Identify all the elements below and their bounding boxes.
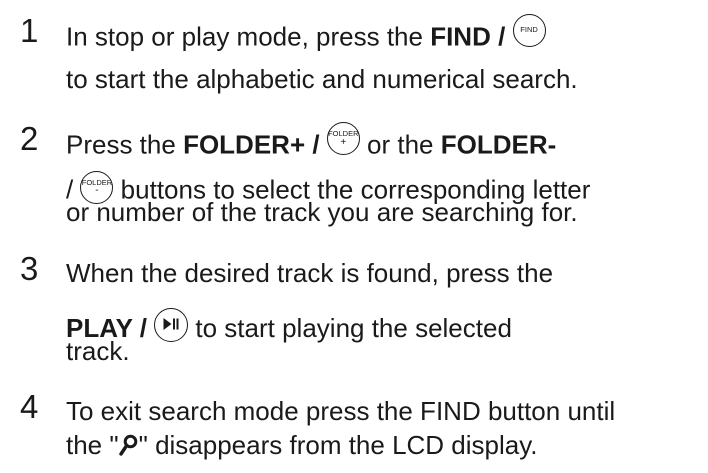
step-3-line-3: track. (66, 336, 130, 366)
step-4-line-2: the " " disappears from the LCD display. (66, 432, 538, 458)
step-number: 3 (20, 250, 39, 287)
step-number: 1 (20, 12, 39, 49)
step-text: or the (359, 129, 441, 160)
folder-plus-label: FOLDER+ / (183, 129, 320, 160)
find-button-caption: FIND (520, 25, 538, 34)
step-text: the " (66, 430, 119, 460)
find-label: FIND / (430, 21, 506, 52)
step-2-line-3: or number of the track you are searching… (66, 197, 578, 227)
step-2-line-1: Press the FOLDER+ / FOLDER + or the FOLD… (66, 122, 557, 163)
find-button-icon: FIND (512, 14, 546, 47)
step-3-line-2: PLAY / to start playing the selected (66, 308, 512, 347)
minus-sign: - (95, 185, 99, 196)
step-text: " disappears from the LCD display. (138, 430, 538, 460)
step-number: 4 (20, 388, 39, 425)
folder-plus-button-icon: FOLDER + (326, 122, 360, 155)
plus-sign: + (340, 137, 347, 148)
step-1-line-2: to start the alphabetic and numerical se… (66, 64, 578, 94)
step-1-line-1: In stop or play mode, press the FIND / F… (66, 14, 546, 55)
step-number: 2 (20, 120, 39, 157)
folder-minus-label: FOLDER- (440, 129, 557, 160)
play-pause-icon (154, 308, 189, 342)
play-pause-glyph (163, 318, 179, 330)
step-text: Press the (66, 129, 184, 160)
step-4-line-1: To exit search mode press the FIND butto… (66, 396, 616, 426)
step-text: to start playing the selected (188, 312, 512, 343)
search-icon (118, 432, 139, 458)
step-3-line-1: When the desired track is found, press t… (66, 258, 554, 288)
step-text: In stop or play mode, press the (66, 21, 431, 52)
